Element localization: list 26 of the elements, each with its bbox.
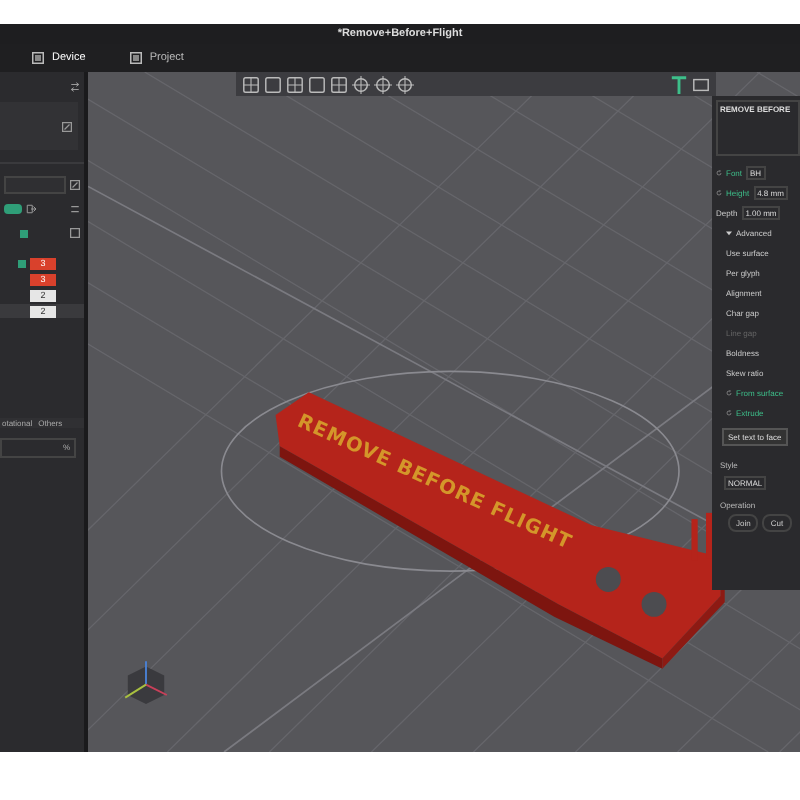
- transform-icon[interactable]: [352, 75, 370, 93]
- reset-icon[interactable]: [726, 390, 732, 396]
- toggle[interactable]: [20, 229, 28, 237]
- view-cube-icon[interactable]: [120, 656, 172, 708]
- reset-icon[interactable]: [726, 410, 732, 416]
- window-icon: [129, 52, 142, 64]
- view-icon[interactable]: [264, 75, 282, 93]
- transform-icon[interactable]: [396, 75, 414, 93]
- reset-icon[interactable]: [716, 190, 722, 196]
- view-icon[interactable]: [286, 75, 304, 93]
- reset-icon[interactable]: [716, 170, 722, 176]
- window-icon: [32, 52, 44, 64]
- toggle[interactable]: [4, 204, 22, 214]
- view-icon[interactable]: [308, 75, 326, 93]
- caret-icon[interactable]: [726, 230, 732, 236]
- export-icon[interactable]: [26, 204, 36, 214]
- edit-icon[interactable]: [62, 121, 72, 131]
- text-tool-icon[interactable]: [670, 75, 688, 93]
- view-icon[interactable]: [242, 75, 260, 93]
- transform-icon[interactable]: [374, 75, 392, 93]
- input-field[interactable]: [4, 176, 66, 194]
- view-icon[interactable]: [330, 75, 348, 93]
- frame-icon[interactable]: [70, 228, 80, 238]
- grid-icon[interactable]: [692, 75, 710, 93]
- edit-icon[interactable]: [70, 180, 80, 190]
- checkbox[interactable]: [18, 259, 26, 267]
